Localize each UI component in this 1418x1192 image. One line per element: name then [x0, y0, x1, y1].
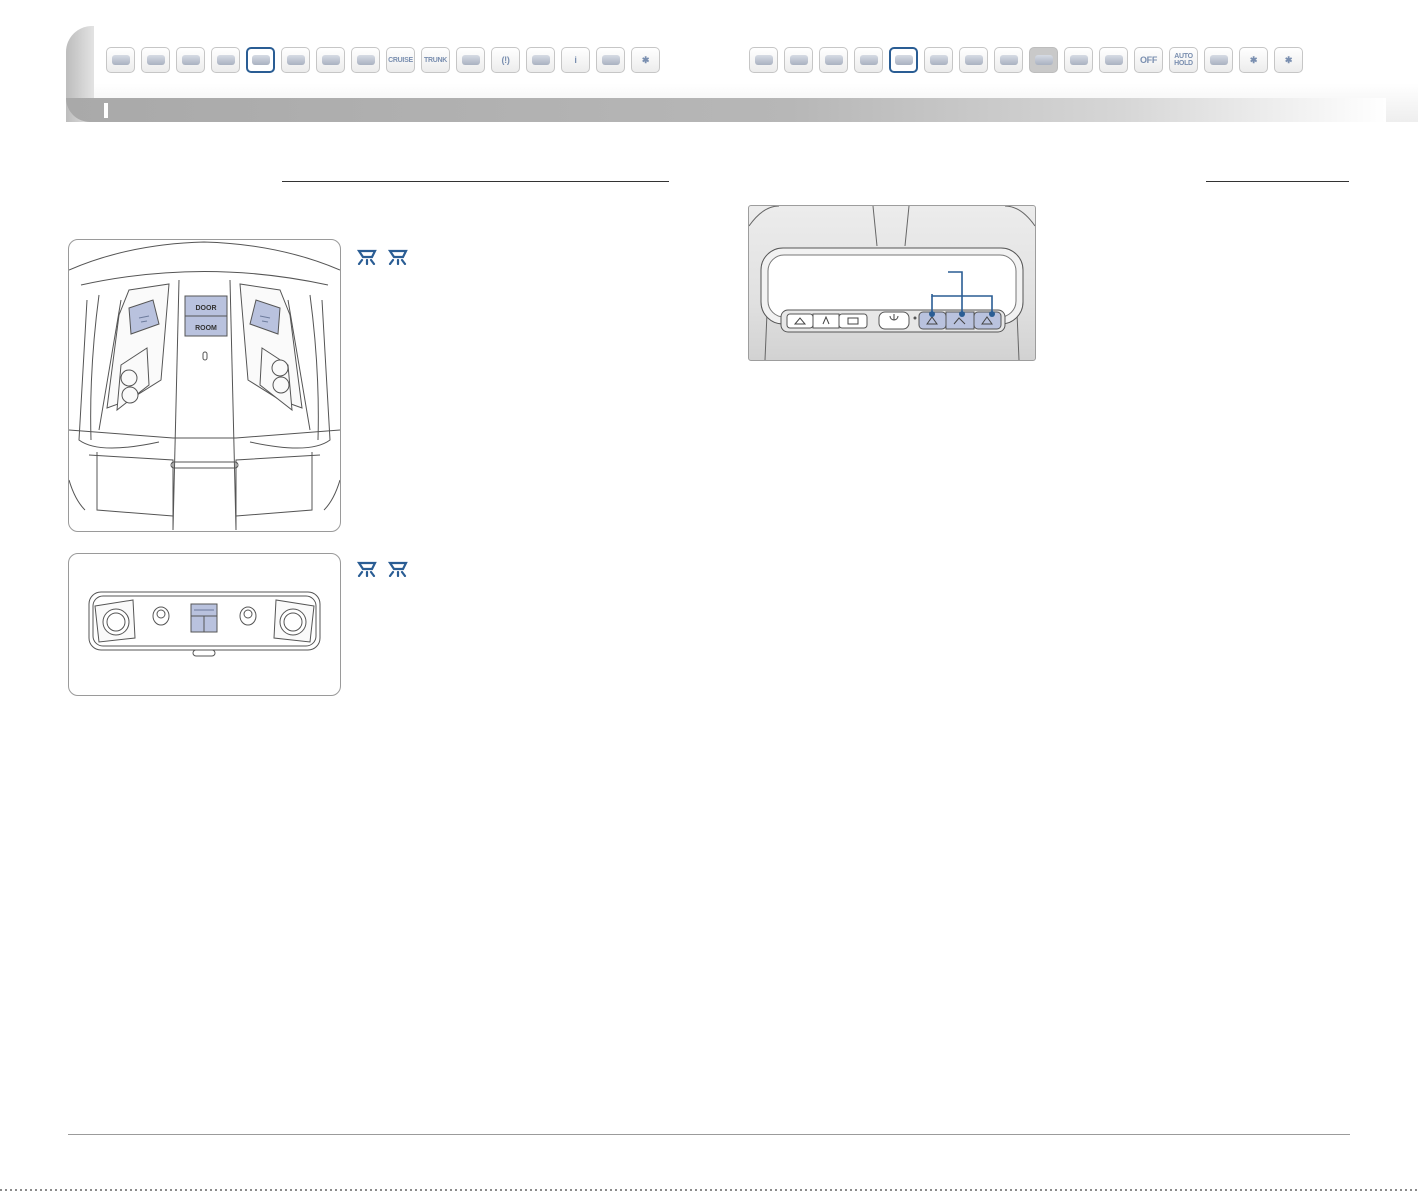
shifter-icon-glyph — [1104, 55, 1123, 65]
footer-rule — [68, 1134, 1350, 1135]
wiper-icon[interactable] — [351, 47, 380, 73]
mirror-button-3[interactable] — [838, 313, 868, 329]
map-lamp-symbols-2 — [356, 561, 408, 577]
steering-icon-glyph — [789, 55, 808, 65]
mirror-button-1[interactable] — [786, 313, 814, 329]
seat-switch-icon[interactable] — [316, 47, 345, 73]
blank-panel-icon-glyph — [1034, 55, 1053, 65]
switch-bank-2-icon-glyph — [964, 55, 983, 65]
grid-panel-icon-glyph — [999, 55, 1018, 65]
window-switch-icon[interactable] — [456, 47, 485, 73]
right-section-rule — [1206, 181, 1349, 182]
left-section-rule — [282, 181, 669, 182]
homelink-button-3[interactable] — [973, 311, 1002, 330]
map-lamp-symbols-1 — [356, 249, 408, 265]
overhead-console-figure: DOOR ROOM — [68, 239, 341, 532]
climate-icon-glyph — [601, 55, 620, 65]
seat-icon-glyph — [1209, 55, 1228, 65]
trunk-icon[interactable]: TRUNK — [421, 47, 450, 73]
remote-key-icon-glyph — [111, 55, 130, 65]
overhead-lamp-icon-glyph — [251, 55, 270, 65]
remote-key-icon[interactable] — [106, 47, 135, 73]
mirror-switch-icon[interactable] — [281, 47, 310, 73]
switch-bank-2-icon[interactable] — [959, 47, 988, 73]
smart-key-icon-glyph — [146, 55, 165, 65]
esc-off-label: OFF — [1139, 55, 1158, 65]
lever-icon[interactable] — [819, 47, 848, 73]
bluetooth-icon-3[interactable]: ✱ — [1274, 47, 1303, 73]
header-band-marker — [104, 103, 108, 118]
esc-off-icon[interactable]: OFF — [1134, 47, 1163, 73]
console-icon[interactable] — [854, 47, 883, 73]
homelink-icon-glyph — [894, 55, 913, 65]
cruise-label: CRUISE — [388, 56, 413, 64]
mirror-drawing — [749, 206, 1035, 360]
header-band — [66, 98, 1386, 122]
steering-icon[interactable] — [784, 47, 813, 73]
climate-icon[interactable] — [596, 47, 625, 73]
fob-icon[interactable] — [176, 47, 205, 73]
key-blade-icon-glyph — [216, 55, 235, 65]
console-icon-glyph — [859, 55, 878, 65]
smart-key-icon[interactable] — [141, 47, 170, 73]
bluetooth-icon[interactable]: ✱ — [631, 47, 660, 73]
shifter-icon[interactable] — [1099, 47, 1128, 73]
door-label: DOOR — [196, 305, 217, 312]
bottom-dash-border — [0, 1189, 1418, 1191]
room-label: ROOM — [195, 325, 217, 332]
window-switch-icon-glyph — [461, 55, 480, 65]
display-icon[interactable] — [526, 47, 555, 73]
tpms-label: (!) — [501, 55, 510, 65]
rear-left-lamp-button[interactable] — [190, 615, 205, 633]
auto-hold-label: AUTO HOLD — [1174, 53, 1193, 67]
media-panel-icon-glyph — [1069, 55, 1088, 65]
overhead-console-drawing: DOOR ROOM — [69, 241, 340, 531]
bluetooth-label: ✱ — [1284, 55, 1293, 65]
grid-panel-icon[interactable] — [994, 47, 1023, 73]
bluetooth-label: ✱ — [1249, 55, 1258, 65]
fob-icon-glyph — [181, 55, 200, 65]
tpms-icon[interactable]: (!) — [491, 47, 520, 73]
mirror-figure — [748, 205, 1036, 361]
rear-right-lamp-button[interactable] — [203, 615, 218, 633]
overhead-lamp-icon[interactable] — [246, 47, 275, 73]
media-panel-icon[interactable] — [1064, 47, 1093, 73]
blank-panel-icon[interactable] — [1029, 47, 1058, 73]
info-label: i — [574, 55, 577, 65]
left-icon-nav: CRUISE TRUNK (!) i ✱ — [106, 47, 660, 73]
key-blade-icon[interactable] — [211, 47, 240, 73]
voice-icon[interactable] — [749, 47, 778, 73]
seat-switch-icon-glyph — [321, 55, 340, 65]
cruise-icon[interactable]: CRUISE — [386, 47, 415, 73]
bluetooth-icon-2[interactable]: ✱ — [1239, 47, 1268, 73]
switch-bank-icon-glyph — [929, 55, 948, 65]
homelink-icon[interactable] — [889, 47, 918, 73]
trunk-label: TRUNK — [424, 56, 447, 64]
display-icon-glyph — [531, 55, 550, 65]
info-icon[interactable]: i — [561, 47, 590, 73]
switch-bank-icon[interactable] — [924, 47, 953, 73]
console-sensor — [202, 351, 208, 361]
mirror-switch-icon-glyph — [286, 55, 305, 65]
right-icon-nav: OFF AUTO HOLD ✱ ✱ — [749, 47, 1303, 73]
auto-hold-icon[interactable]: AUTO HOLD — [1169, 47, 1198, 73]
rear-lamp-drawing — [88, 591, 321, 657]
seat-icon[interactable] — [1204, 47, 1233, 73]
lever-icon-glyph — [824, 55, 843, 65]
wiper-icon-glyph — [356, 55, 375, 65]
bluetooth-label: ✱ — [641, 55, 650, 65]
voice-icon-glyph — [754, 55, 773, 65]
rear-lamp-figure — [68, 553, 341, 696]
